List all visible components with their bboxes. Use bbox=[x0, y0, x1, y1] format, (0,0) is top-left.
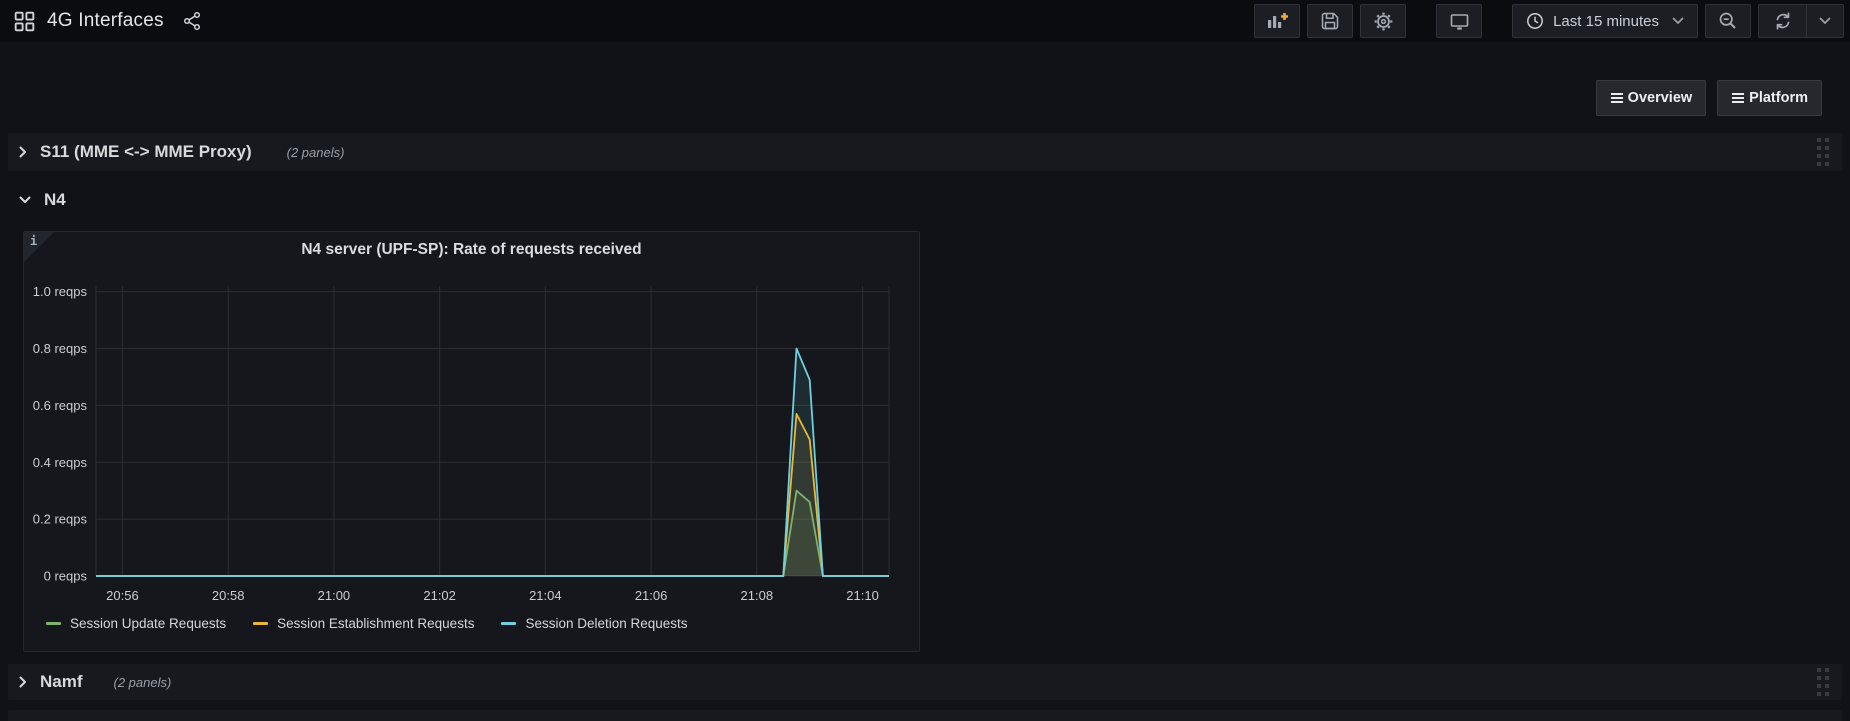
row-title: N4 bbox=[44, 190, 66, 209]
svg-text:0.6 reqps: 0.6 reqps bbox=[33, 398, 88, 413]
legend-item[interactable]: Session Update Requests bbox=[46, 616, 226, 631]
refresh-icon bbox=[1776, 12, 1789, 30]
zoom-out-icon bbox=[1719, 12, 1736, 29]
svg-text:21:02: 21:02 bbox=[423, 588, 456, 603]
add-panel-icon bbox=[1267, 16, 1281, 28]
gear-icon bbox=[1374, 12, 1392, 30]
svg-text:21:08: 21:08 bbox=[741, 588, 774, 603]
chevron-right-icon bbox=[19, 676, 26, 688]
legend-series-swatch bbox=[501, 622, 517, 625]
top-navbar: 4G Interfaces Last 15 minutes bbox=[0, 0, 1850, 42]
chevron-down-icon bbox=[19, 196, 31, 203]
dashboard-links: Overview Platform bbox=[1595, 80, 1822, 116]
chevron-right-icon bbox=[19, 146, 26, 158]
link-overview[interactable]: Overview bbox=[1595, 80, 1707, 116]
panel-info-corner[interactable] bbox=[24, 232, 54, 262]
row-header-n4[interactable]: N4 bbox=[8, 181, 1842, 219]
save-icon bbox=[1321, 12, 1339, 30]
row-panels-count: (2 panels) bbox=[113, 674, 172, 690]
navbar-right: Last 15 minutes bbox=[1254, 4, 1844, 38]
svg-text:20:56: 20:56 bbox=[106, 588, 139, 603]
svg-text:21:10: 21:10 bbox=[846, 588, 879, 603]
navbar-left: 4G Interfaces bbox=[14, 0, 202, 42]
svg-text:0.8 reqps: 0.8 reqps bbox=[33, 341, 88, 356]
svg-text:1.0 reqps: 1.0 reqps bbox=[33, 284, 88, 299]
dashboard-list-icon bbox=[1732, 93, 1745, 103]
chart-legend: Session Update Requests Session Establish… bbox=[46, 616, 909, 631]
cycle-view-mode-button[interactable] bbox=[1436, 4, 1483, 38]
link-label: Platform bbox=[1749, 90, 1808, 106]
save-dashboard-button[interactable] bbox=[1307, 4, 1354, 38]
refresh-split-button bbox=[1758, 4, 1844, 38]
row-panels-count: (2 panels) bbox=[286, 144, 345, 160]
row-header-namf[interactable]: Namf (2 panels) bbox=[8, 664, 1842, 700]
row-drag-handle[interactable] bbox=[1817, 138, 1829, 166]
chevron-down-icon bbox=[1819, 17, 1831, 25]
apps-grid-icon[interactable] bbox=[14, 11, 35, 32]
refresh-interval-button[interactable] bbox=[1806, 5, 1843, 37]
dashboard-title: 4G Interfaces bbox=[47, 10, 164, 31]
svg-text:0.4 reqps: 0.4 reqps bbox=[33, 455, 88, 470]
svg-text:21:04: 21:04 bbox=[529, 588, 562, 603]
panel-title[interactable]: N4 server (UPF-SP): Rate of requests rec… bbox=[24, 232, 919, 266]
dashboard-list-icon bbox=[1610, 93, 1623, 103]
row-drag-handle[interactable] bbox=[1817, 668, 1829, 696]
row-title: Namf bbox=[40, 672, 83, 691]
time-range-picker[interactable]: Last 15 minutes bbox=[1512, 4, 1698, 38]
legend-series-label: Session Deletion Requests bbox=[525, 616, 688, 631]
legend-item[interactable]: Session Deletion Requests bbox=[501, 616, 688, 631]
chevron-down-icon bbox=[1672, 17, 1684, 25]
tv-monitor-icon bbox=[1450, 13, 1468, 30]
add-panel-plus bbox=[1280, 13, 1288, 20]
dashboard-settings-button[interactable] bbox=[1360, 4, 1407, 38]
link-platform[interactable]: Platform bbox=[1717, 80, 1822, 116]
svg-text:0.2 reqps: 0.2 reqps bbox=[33, 512, 88, 527]
row-header-partial[interactable] bbox=[8, 710, 1842, 721]
panel-n4-rate-of-requests: N4 server (UPF-SP): Rate of requests rec… bbox=[23, 231, 920, 652]
refresh-button[interactable] bbox=[1759, 5, 1806, 37]
svg-text:0 reqps: 0 reqps bbox=[44, 569, 88, 584]
row-header-s11[interactable]: S11 (MME <-> MME Proxy) (2 panels) bbox=[8, 133, 1842, 171]
legend-series-label: Session Update Requests bbox=[70, 616, 227, 631]
svg-text:21:06: 21:06 bbox=[635, 588, 668, 603]
add-panel-button[interactable] bbox=[1254, 4, 1301, 38]
zoom-out-button[interactable] bbox=[1705, 4, 1751, 38]
row-title: S11 (MME <-> MME Proxy) bbox=[40, 142, 252, 161]
svg-text:20:58: 20:58 bbox=[212, 588, 245, 603]
clock-icon bbox=[1527, 13, 1544, 29]
link-label: Overview bbox=[1627, 90, 1693, 106]
legend-series-label: Session Establishment Requests bbox=[277, 616, 475, 631]
time-range-label: Last 15 minutes bbox=[1553, 12, 1659, 30]
info-icon: i bbox=[30, 234, 38, 248]
timeseries-plot[interactable]: 0 reqps 0.2 reqps 0.4 reqps 0.6 reqps 0.8 re… bbox=[24, 270, 920, 610]
svg-text:21:00: 21:00 bbox=[318, 588, 351, 603]
legend-item[interactable]: Session Establishment Requests bbox=[253, 616, 474, 631]
share-icon[interactable] bbox=[182, 11, 202, 31]
legend-series-swatch bbox=[253, 622, 269, 625]
legend-series-swatch bbox=[46, 622, 61, 625]
